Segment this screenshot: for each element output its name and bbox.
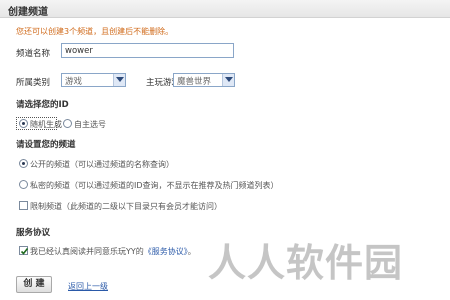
category-label: 所属类别 <box>16 78 51 88</box>
restricted-channel-option: 限制频道（此频道的二级以下目录只有会员才能访问） <box>30 201 222 212</box>
private-channel-desc: （可以通过频道的ID查询，不显示在推荐及热门频道列表） <box>70 181 279 190</box>
agreement-section-title: 服务协议 <box>16 228 51 238</box>
chevron-down-icon[interactable] <box>222 74 234 86</box>
page-title: 创建频道 <box>8 7 48 18</box>
channel-type-section-title: 请设置您的频道 <box>16 140 76 150</box>
id-random-radio[interactable] <box>19 119 28 128</box>
agreement-text-before: 我已经认真阅读并同意乐玩YY的 <box>30 247 144 256</box>
category-select-value: 游戏 <box>65 77 83 87</box>
create-button[interactable]: 创 建 <box>16 276 52 293</box>
theme-game-select[interactable]: 魔兽世界 <box>173 73 235 87</box>
theme-game-select-value: 魔兽世界 <box>177 77 212 87</box>
restricted-channel-desc: （此频道的二级以下目录只有会员才能访问） <box>62 202 222 211</box>
public-channel-label: 公开的频道 <box>30 160 70 169</box>
id-custom-label: 自主选号 <box>74 120 106 129</box>
agreement-checkbox[interactable] <box>19 246 29 255</box>
page-header: 创建频道 <box>0 0 450 18</box>
id-random-label: 随机生成 <box>30 120 62 129</box>
channel-name-input[interactable] <box>61 43 234 58</box>
restricted-channel-label: 限制频道 <box>30 202 62 211</box>
public-channel-radio[interactable] <box>19 159 28 168</box>
checkmark-icon <box>20 248 29 255</box>
id-section-title: 请选择您的ID <box>16 100 69 110</box>
channel-name-label: 频道名称 <box>16 49 51 59</box>
public-channel-desc: （可以通过频道的名称查询） <box>70 160 174 169</box>
agreement-text-after: 。 <box>187 247 196 256</box>
id-custom-radio[interactable] <box>63 119 72 128</box>
back-link[interactable]: 返回上一级 <box>68 281 108 292</box>
restricted-channel-checkbox[interactable] <box>19 201 28 210</box>
notice-text: 您还可以创建3个频道，且创建后不能删除。 <box>16 27 174 36</box>
public-channel-option: 公开的频道（可以通过频道的名称查询） <box>30 159 174 170</box>
watermark-logo: 人人软件园 <box>208 241 404 285</box>
private-channel-label: 私密的频道 <box>30 181 70 190</box>
service-agreement-link[interactable]: 《服务协议》 <box>144 247 188 256</box>
private-channel-option: 私密的频道（可以通过频道的ID查询，不显示在推荐及热门频道列表） <box>30 180 279 191</box>
chevron-down-icon[interactable] <box>113 74 125 86</box>
agreement-text: 我已经认真阅读并同意乐玩YY的《服务协议》。 <box>30 246 196 257</box>
private-channel-radio[interactable] <box>19 180 28 189</box>
category-select[interactable]: 游戏 <box>61 73 126 87</box>
